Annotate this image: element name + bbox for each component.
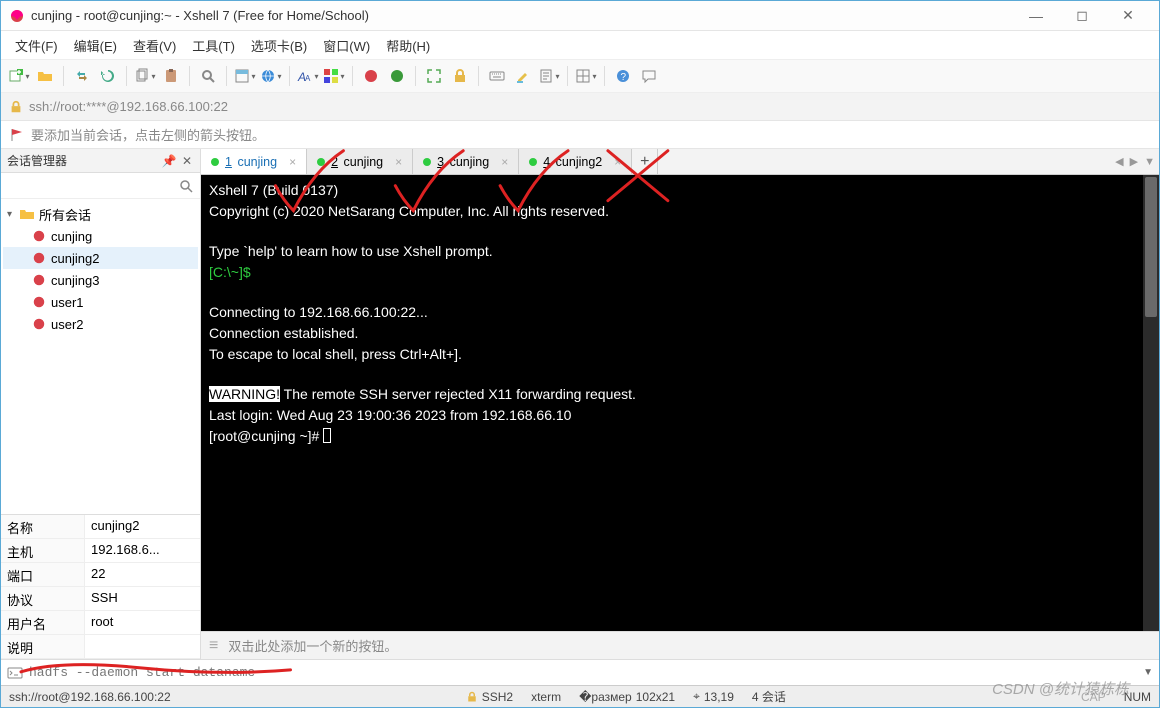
tree-root[interactable]: ▾ 所有会话 <box>3 203 198 225</box>
status-proto: SSH2 <box>466 690 513 704</box>
hint-text: 要添加当前会话，点击左侧的箭头按钮。 <box>31 125 265 144</box>
menu-view[interactable]: 查看(V) <box>125 32 184 59</box>
address-bar[interactable]: ssh://root:****@192.168.66.100:22 <box>1 93 1159 121</box>
dropdown-icon[interactable]: ▼ <box>1143 667 1153 678</box>
panel-close-icon[interactable]: ✕ <box>180 154 194 168</box>
panel-title: 会话管理器 <box>7 152 67 169</box>
terminal-scrollbar[interactable] <box>1143 175 1159 631</box>
paste-button[interactable] <box>159 64 183 88</box>
tab-4[interactable]: 4 cunjing2× <box>519 149 632 174</box>
session-manager-panel: 会话管理器 📌 ✕ ▾ 所有会话 cunjing <box>1 149 201 659</box>
font-button[interactable]: AA▾ <box>296 64 320 88</box>
svg-text:A: A <box>305 74 311 83</box>
folder-icon <box>19 206 35 222</box>
session-properties: 名称cunjing2 主机192.168.6... 端口22 协议SSH 用户名… <box>1 514 200 659</box>
tab-close-icon[interactable]: × <box>395 155 402 169</box>
xshell-icon[interactable] <box>359 64 383 88</box>
tab-prev-icon[interactable]: ◀ <box>1115 155 1123 168</box>
terminal[interactable]: Xshell 7 (Build 0137) Copyright (c) 2020… <box>201 175 1143 631</box>
globe-button[interactable]: ▾ <box>259 64 283 88</box>
search-icon <box>178 178 194 194</box>
session-tree: ▾ 所有会话 cunjing cunjing2 cunjing3 <box>1 199 200 514</box>
tab-3[interactable]: 3 cunjing× <box>413 149 519 174</box>
content-area: 1 cunjing× 2 cunjing× 3 cunjing× 4 cunji… <box>201 149 1159 659</box>
panel-search[interactable] <box>1 173 200 199</box>
status-connection: ssh://root@192.168.66.100:22 <box>9 690 171 704</box>
menu-edit[interactable]: 编辑(E) <box>66 32 125 59</box>
menu-file[interactable]: 文件(F) <box>7 32 66 59</box>
command-text: hadfs --daemon start dataname <box>29 665 1143 680</box>
close-button[interactable]: ✕ <box>1105 1 1151 31</box>
lock-icon <box>466 691 478 703</box>
command-bar[interactable]: hadfs --daemon start dataname ▼ <box>1 659 1159 685</box>
fullscreen-button[interactable] <box>422 64 446 88</box>
terminal-icon <box>7 665 23 681</box>
keyboard-button[interactable] <box>485 64 509 88</box>
reconnect-button[interactable] <box>96 64 120 88</box>
status-dot-icon <box>423 158 431 166</box>
tab-close-icon[interactable]: × <box>614 155 621 169</box>
tab-add-button[interactable]: + <box>632 149 658 174</box>
tab-1[interactable]: 1 cunjing× <box>201 149 307 174</box>
titlebar: cunjing - root@cunjing:~ - Xshell 7 (Fre… <box>1 1 1159 31</box>
help-button[interactable]: ? <box>611 64 635 88</box>
menu-window[interactable]: 窗口(W) <box>315 32 378 59</box>
tree-item-user1[interactable]: user1 <box>3 291 198 313</box>
tab-2[interactable]: 2 cunjing× <box>307 149 413 174</box>
panel-header: 会话管理器 📌 ✕ <box>1 149 200 173</box>
address-text: ssh://root:****@192.168.66.100:22 <box>29 99 228 114</box>
status-dot-icon <box>211 158 219 166</box>
menu-tab[interactable]: 选项卡(B) <box>243 32 315 59</box>
toolbar: ▾ ▾ ▾ ▾ AA▾ ▾ ▾ ▾ ? <box>1 59 1159 93</box>
status-dot-icon <box>317 158 325 166</box>
status-size: �размер 102x21 <box>579 690 675 704</box>
svg-text:?: ? <box>621 72 627 83</box>
copy-button[interactable]: ▾ <box>133 64 157 88</box>
xftp-icon[interactable] <box>385 64 409 88</box>
status-pos: ⌖ 13,19 <box>693 689 734 704</box>
tab-next-icon[interactable]: ▶ <box>1130 155 1138 168</box>
menubar: 文件(F) 编辑(E) 查看(V) 工具(T) 选项卡(B) 窗口(W) 帮助(… <box>1 31 1159 59</box>
highlight-button[interactable] <box>511 64 535 88</box>
status-term: xterm <box>531 690 561 704</box>
status-dot-icon <box>529 158 537 166</box>
window-title: cunjing - root@cunjing:~ - Xshell 7 (Fre… <box>31 8 1013 23</box>
menu-help[interactable]: 帮助(H) <box>378 32 438 59</box>
chat-button[interactable] <box>637 64 661 88</box>
open-button[interactable] <box>33 64 57 88</box>
hamburger-icon[interactable]: ≡ <box>209 637 218 655</box>
tab-close-icon[interactable]: × <box>289 155 296 169</box>
bookmark-button[interactable]: ▾ <box>233 64 257 88</box>
status-num: NUM <box>1124 690 1151 704</box>
pin-icon[interactable]: 📌 <box>162 154 176 168</box>
script-button[interactable]: ▾ <box>537 64 561 88</box>
maximize-button[interactable]: ◻ <box>1059 1 1105 31</box>
tab-strip: 1 cunjing× 2 cunjing× 3 cunjing× 4 cunji… <box>201 149 1159 175</box>
quickbar-hint: 双击此处添加一个新的按钮。 <box>228 636 397 655</box>
tree-item-cunjing2[interactable]: cunjing2 <box>3 247 198 269</box>
transfer-button[interactable] <box>70 64 94 88</box>
find-button[interactable] <box>196 64 220 88</box>
tree-item-cunjing3[interactable]: cunjing3 <box>3 269 198 291</box>
new-session-button[interactable]: ▾ <box>7 64 31 88</box>
hint-bar: 要添加当前会话，点击左侧的箭头按钮。 <box>1 121 1159 149</box>
tab-close-icon[interactable]: × <box>501 155 508 169</box>
tree-item-user2[interactable]: user2 <box>3 313 198 335</box>
lock-icon <box>9 100 23 114</box>
tree-item-cunjing[interactable]: cunjing <box>3 225 198 247</box>
minimize-button[interactable]: — <box>1013 1 1059 31</box>
status-bar: ssh://root@192.168.66.100:22 SSH2 xterm … <box>1 685 1159 707</box>
menu-tools[interactable]: 工具(T) <box>184 32 243 59</box>
tab-menu-icon[interactable]: ▼ <box>1144 156 1155 168</box>
flag-icon <box>9 127 25 143</box>
layout-button[interactable]: ▾ <box>574 64 598 88</box>
status-cap: CAP <box>1081 690 1106 704</box>
app-icon <box>9 8 25 24</box>
quick-command-bar[interactable]: ≡ 双击此处添加一个新的按钮。 <box>201 631 1159 659</box>
color-button[interactable]: ▾ <box>322 64 346 88</box>
lock-button[interactable] <box>448 64 472 88</box>
status-sessions: 4 会话 <box>752 688 786 705</box>
